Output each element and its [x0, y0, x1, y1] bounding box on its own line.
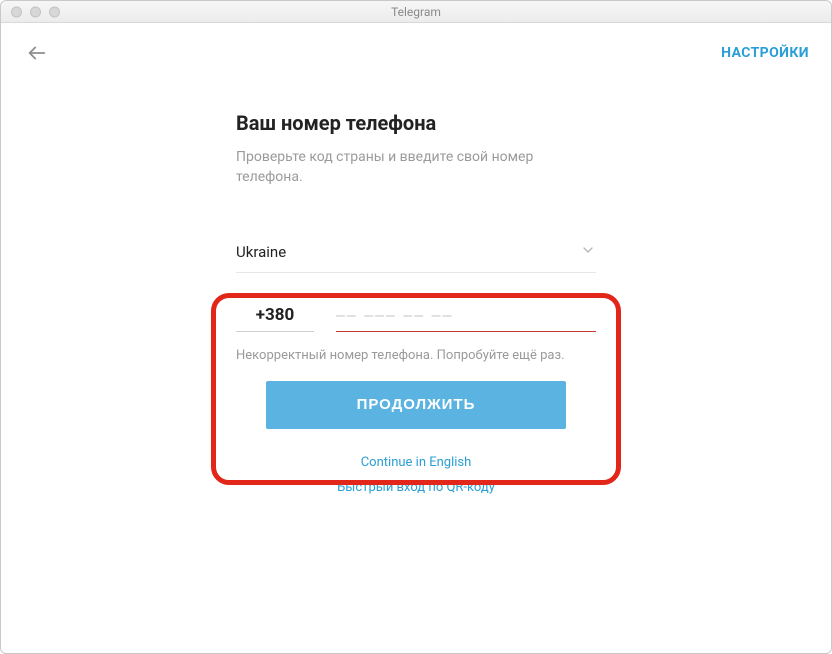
arrow-left-icon	[26, 42, 48, 64]
close-dot[interactable]	[11, 6, 22, 17]
window-title: Telegram	[391, 5, 441, 19]
phone-input-wrap	[336, 305, 596, 332]
continue-button[interactable]: ПРОДОЛЖИТЬ	[266, 381, 566, 429]
settings-link[interactable]: НАСТРОЙКИ	[721, 45, 809, 61]
continue-english-link[interactable]: Continue in English	[236, 455, 596, 470]
phone-row: +380	[236, 301, 596, 332]
error-message: Некорректный номер телефона. Попробуйте …	[236, 348, 596, 363]
zoom-dot[interactable]	[49, 6, 60, 17]
back-button[interactable]	[23, 39, 51, 67]
login-panel: Ваш номер телефона Проверьте код страны …	[236, 111, 596, 505]
page-title: Ваш номер телефона	[236, 111, 596, 135]
dial-code[interactable]: +380	[236, 301, 314, 332]
page-subtitle: Проверьте код страны и введите свой номе…	[236, 147, 596, 188]
app-window: Telegram НАСТРОЙКИ Ваш номер телефона Пр…	[0, 0, 832, 654]
minimize-dot[interactable]	[30, 6, 41, 17]
chevron-down-icon	[580, 242, 596, 262]
qr-login-link[interactable]: Быстрый вход по QR-коду	[236, 480, 596, 495]
phone-input[interactable]	[336, 307, 596, 325]
titlebar: Telegram	[1, 1, 831, 23]
top-row: НАСТРОЙКИ	[1, 33, 831, 73]
window-controls	[11, 6, 60, 17]
country-name: Ukraine	[236, 243, 286, 261]
country-select[interactable]: Ukraine	[236, 236, 596, 273]
